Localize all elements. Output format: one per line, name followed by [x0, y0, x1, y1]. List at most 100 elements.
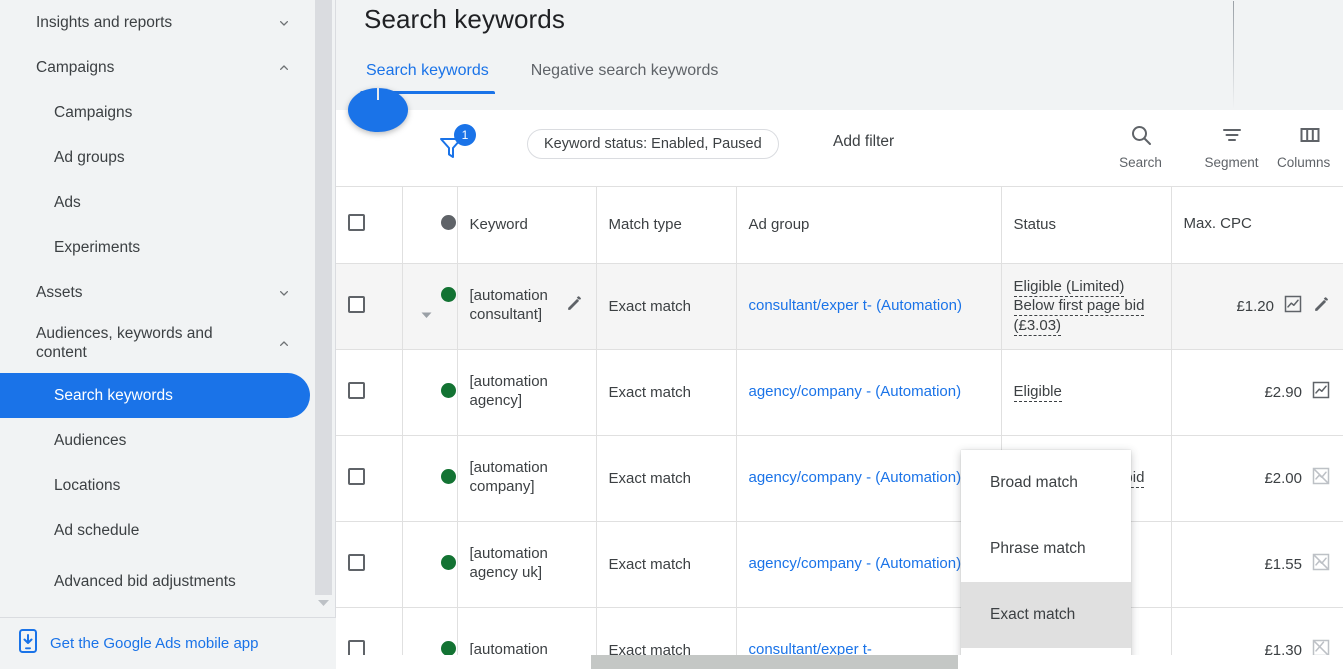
pencil-icon[interactable]	[565, 294, 584, 319]
sidebar-scrollbar-thumb[interactable]	[315, 0, 332, 595]
filter-chip-keyword-status[interactable]: Keyword status: Enabled, Paused	[527, 129, 779, 159]
segment-icon	[1220, 122, 1244, 148]
status-dot-enabled-icon	[440, 287, 456, 302]
chart-active-icon[interactable]	[1283, 294, 1303, 318]
header-divider	[1233, 1, 1234, 109]
status-dot-enabled-icon	[440, 468, 456, 484]
page-header: Search keywords Search keywords Negative…	[336, 0, 1343, 110]
sidebar-item-insights-and-reports[interactable]: Insights and reports	[0, 0, 336, 45]
ad-group-link[interactable]: agency/company - (Automation)	[749, 469, 962, 486]
chevron-down-icon[interactable]	[276, 15, 292, 31]
row-status-cell: Eligible	[1001, 349, 1172, 436]
sidebar-item-assets[interactable]: Assets	[0, 270, 336, 315]
mobile-download-icon	[18, 629, 38, 658]
columns-icon	[1277, 122, 1343, 148]
column-header-status[interactable]: Status	[1001, 187, 1172, 264]
chevron-up-icon[interactable]	[276, 60, 292, 76]
horizontal-scrollbar-track[interactable]	[336, 655, 1343, 669]
menu-item-exact-match[interactable]: Exact match	[961, 582, 1131, 648]
row-checkbox[interactable]	[348, 553, 365, 571]
row-status-cell: Eligible (Limited) Below first page bid …	[1001, 263, 1172, 350]
ad-group-link[interactable]: agency/company - (Automation)	[749, 555, 962, 572]
chart-disabled-icon[interactable]	[1311, 466, 1331, 490]
sidebar-item-ad-schedule[interactable]: Ad schedule	[0, 508, 336, 553]
row-keyword-cell: [automation agency]	[457, 349, 597, 436]
status-detail[interactable]: Below first page bid (£3.03)	[1013, 297, 1145, 336]
row-max-cpc-cell: £1.20	[1171, 263, 1343, 350]
table-row[interactable]: [automation consultant] Exact match cons…	[336, 263, 1343, 350]
row-match-type-cell[interactable]: Exact match	[596, 349, 737, 436]
column-header-keyword[interactable]: Keyword	[457, 187, 597, 264]
mobile-app-promo[interactable]: Get the Google Ads mobile app	[0, 617, 336, 669]
tooltip-tick	[377, 88, 379, 100]
sidebar-item-ad-groups[interactable]: Ad groups	[0, 135, 336, 180]
sidebar-item-ads[interactable]: Ads	[0, 180, 336, 225]
chevron-down-icon[interactable]	[421, 306, 432, 323]
ad-group-link[interactable]: consultant/exper t- (Automation)	[749, 297, 962, 314]
row-checkbox[interactable]	[348, 639, 365, 657]
sidebar-scroll-region: Insights and reports Campaigns Campaigns…	[0, 0, 336, 617]
pencil-icon[interactable]	[1312, 295, 1331, 318]
sidebar-item-campaigns-group[interactable]: Campaigns	[0, 45, 336, 90]
columns-button[interactable]: Columns	[1277, 122, 1343, 170]
chart-active-icon[interactable]	[1311, 380, 1331, 404]
sidebar-item-audiences-keywords-and-content[interactable]: Audiences, keywords and content	[0, 315, 336, 373]
table-header: Keyword Match type Ad group Status Max. …	[336, 187, 1343, 264]
row-checkbox[interactable]	[348, 295, 365, 313]
row-match-type-cell[interactable]: Exact match	[596, 435, 737, 522]
ad-group-link[interactable]: agency/company - (Automation)	[749, 383, 962, 400]
chevron-down-icon[interactable]	[276, 285, 292, 301]
tab-label: Negative search keywords	[530, 62, 719, 79]
horizontal-scrollbar-thumb[interactable]	[591, 655, 958, 669]
row-status-dot-cell	[402, 263, 458, 350]
sidebar-item-search-keywords[interactable]: Search keywords	[0, 373, 310, 418]
select-all-checkbox[interactable]	[348, 214, 365, 232]
sidebar-item-advanced-bid-adjustments[interactable]: Advanced bid adjustments	[0, 553, 336, 611]
table-row[interactable]: [automation company] Exact match agency/…	[336, 435, 1343, 522]
tab-label: Search keywords	[366, 62, 489, 79]
tab-negative-search-keywords[interactable]: Negative search keywords	[529, 62, 721, 94]
sidebar-item-label: Ad schedule	[54, 521, 140, 539]
row-status-dot-cell	[402, 521, 458, 608]
sidebar-item-label: Ads	[54, 193, 81, 211]
search-button-label: Search	[1119, 155, 1162, 170]
status-badge[interactable]: Eligible	[1013, 383, 1062, 403]
keyword-text: [automation agency uk]	[469, 545, 548, 581]
menu-item-phrase-match[interactable]: Phrase match	[961, 516, 1131, 582]
status-dot-header	[402, 187, 458, 264]
status-dot-icon	[440, 215, 456, 231]
column-header-max-cpc[interactable]: Max. CPC	[1171, 187, 1343, 264]
column-header-match-type[interactable]: Match type	[596, 187, 737, 264]
sidebar-item-label: Experiments	[54, 238, 141, 256]
search-button[interactable]: Search	[1095, 122, 1186, 170]
search-icon	[1129, 122, 1153, 148]
segment-button[interactable]: Segment	[1186, 122, 1277, 170]
keywords-table-container: Keyword Match type Ad group Status Max. …	[336, 187, 1343, 669]
sidebar-item-campaigns[interactable]: Campaigns	[0, 90, 336, 135]
row-select-cell	[336, 521, 403, 608]
toolbar-actions: Search Segment Columns	[1095, 122, 1343, 170]
mobile-app-link-label: Get the Google Ads mobile app	[50, 635, 259, 652]
row-match-type-cell[interactable]: Exact match	[596, 263, 737, 350]
add-filter-button[interactable]: Add filter	[833, 133, 894, 151]
onboarding-tooltip-bubble[interactable]	[348, 88, 408, 132]
column-header-ad-group[interactable]: Ad group	[736, 187, 1002, 264]
table-row[interactable]: [automation agency] Exact match agency/c…	[336, 349, 1343, 436]
chart-disabled-icon[interactable]	[1311, 552, 1331, 576]
match-type-dropdown-menu[interactable]: Broad match Phrase match Exact match	[961, 450, 1131, 665]
sidebar-item-experiments[interactable]: Experiments	[0, 225, 336, 270]
table-row[interactable]: [automation agency uk] Exact match agenc…	[336, 521, 1343, 608]
sidebar-item-locations[interactable]: Locations	[0, 463, 336, 508]
status-badge[interactable]: Eligible (Limited)	[1013, 277, 1125, 297]
sidebar-item-label: Insights and reports	[36, 13, 173, 31]
scroll-down-arrow-icon[interactable]	[315, 592, 332, 614]
chevron-up-icon[interactable]	[276, 336, 292, 352]
sidebar-item-label: Locations	[54, 476, 121, 494]
row-status-dot-cell	[402, 349, 458, 436]
row-match-type-cell[interactable]: Exact match	[596, 521, 737, 608]
row-ad-group-cell: consultant/exper t- (Automation)	[736, 263, 1002, 350]
row-checkbox[interactable]	[348, 467, 365, 485]
menu-item-broad-match[interactable]: Broad match	[961, 450, 1131, 516]
row-checkbox[interactable]	[348, 381, 365, 399]
sidebar-item-audiences[interactable]: Audiences	[0, 418, 336, 463]
